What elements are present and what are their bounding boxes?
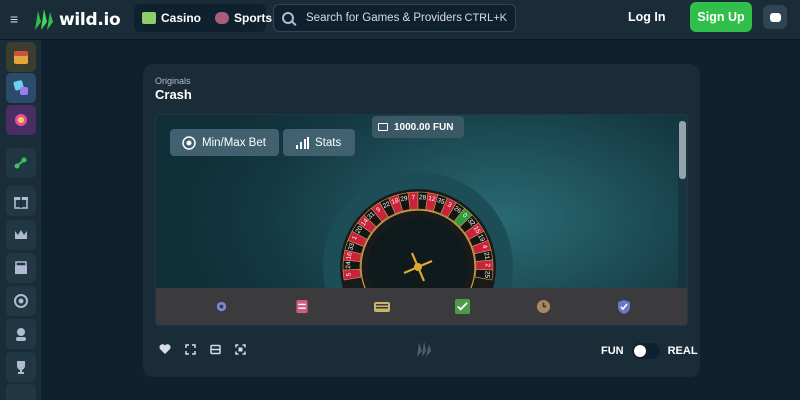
sidebar-toggle-icon[interactable]: ≡ xyxy=(10,11,26,27)
game-frame[interactable]: 5 24 16 33 1 20 14 31 9 22 18 29 7 28 12 35 3 26 0 32 15 19 4 2… xyxy=(155,114,688,326)
game-toolbar xyxy=(156,288,687,325)
sidebar-item-tournaments[interactable] xyxy=(6,352,36,382)
focus-mode-icon[interactable] xyxy=(234,343,246,355)
stats-button[interactable]: Stats xyxy=(283,129,355,156)
sidebar-item-candy[interactable] xyxy=(6,105,36,135)
balance-display: 1000.00 FUN xyxy=(372,116,464,138)
real-label: REAL xyxy=(667,345,698,357)
wallet-icon xyxy=(378,123,388,131)
sidebar-item-vip[interactable] xyxy=(6,220,36,250)
chest-icon xyxy=(15,261,27,274)
search-icon xyxy=(282,12,294,24)
sidebar-item-gift[interactable] xyxy=(6,186,36,216)
casino-tab[interactable]: Casino xyxy=(142,11,201,25)
sidebar-item-chip[interactable] xyxy=(6,286,36,316)
wheel-number: 24 xyxy=(345,261,352,269)
search-bar[interactable]: CTRL+K xyxy=(273,4,516,32)
chat-button[interactable] xyxy=(763,5,787,29)
sidebar-item-treasure[interactable] xyxy=(6,42,36,72)
brand-logo[interactable]: wild.io xyxy=(32,8,121,32)
claw-logo-icon xyxy=(35,9,53,30)
signup-button[interactable]: Sign Up xyxy=(690,2,752,32)
dice-icon xyxy=(13,80,28,95)
min-max-bet-label: Min/Max Bet xyxy=(202,136,266,149)
casino-tab-label: Casino xyxy=(161,11,202,25)
game-card: Originals Crash 5 24 16 33 1 20 14 31 9 22 18 29 7 28… xyxy=(143,64,700,377)
treasure-chest-icon xyxy=(14,51,28,64)
sidebar-item-rewards[interactable] xyxy=(6,253,36,283)
casino-sports-switch: Casino Sports xyxy=(134,4,272,32)
heart-icon[interactable] xyxy=(159,343,171,355)
scrollbar-thumb[interactable] xyxy=(679,121,686,179)
sidebar-item-support[interactable] xyxy=(6,319,36,349)
crown-icon xyxy=(15,230,27,239)
top-navigation-bar: ≡ wild.io Casino Sports CTRL+K Log In Si… xyxy=(0,0,800,40)
turret-hub xyxy=(414,263,422,271)
sidebar xyxy=(0,40,41,400)
wild-claw-watermark-icon xyxy=(417,341,431,357)
sidebar-item-more[interactable] xyxy=(6,384,36,400)
fullscreen-icon[interactable] xyxy=(184,343,196,355)
sports-tab-label: Sports xyxy=(234,11,273,25)
fun-label: FUN xyxy=(601,345,624,357)
history-icon[interactable] xyxy=(535,299,551,315)
sidebar-item-referral[interactable] xyxy=(6,148,36,178)
brand-name: wild.io xyxy=(59,10,121,30)
gift-icon xyxy=(14,197,28,209)
referral-icon xyxy=(14,157,27,169)
game-title: Crash xyxy=(155,87,192,102)
sports-tab[interactable]: Sports xyxy=(215,11,272,25)
casino-icon xyxy=(142,12,156,24)
game-category: Originals xyxy=(155,76,191,86)
settings-icon[interactable] xyxy=(213,299,229,315)
game-scrollbar[interactable] xyxy=(678,115,687,289)
search-shortcut-hint: CTRL+K xyxy=(464,12,508,24)
wheel-number: 28 xyxy=(419,194,427,201)
sidebar-item-dice[interactable] xyxy=(6,73,36,103)
candy-icon xyxy=(15,114,27,126)
wheel-number: 25 xyxy=(483,270,491,278)
keyboard-icon[interactable] xyxy=(374,299,391,315)
search-input[interactable] xyxy=(306,12,465,24)
chip-icon xyxy=(14,294,28,308)
chat-icon xyxy=(769,12,781,22)
chips-icon xyxy=(182,135,196,150)
theater-mode-icon[interactable] xyxy=(209,343,221,355)
fun-real-toggle[interactable] xyxy=(631,343,660,359)
shield-icon[interactable] xyxy=(616,299,632,315)
toggle-knob xyxy=(633,345,646,357)
min-max-bet-button[interactable]: Min/Max Bet xyxy=(170,129,279,156)
game-footer-controls xyxy=(159,343,246,355)
fun-real-toggle-group: FUN REAL xyxy=(601,343,698,359)
login-button[interactable]: Log In xyxy=(628,10,666,24)
checklist-icon[interactable] xyxy=(455,299,471,315)
balance-amount: 1000.00 FUN xyxy=(394,121,454,133)
bar-chart-icon xyxy=(296,136,309,149)
support-icon xyxy=(16,328,26,341)
notes-icon[interactable] xyxy=(294,299,310,315)
football-icon xyxy=(215,12,230,24)
trophy-icon xyxy=(17,361,25,374)
wheel-number: 2 xyxy=(484,263,491,267)
stats-label: Stats xyxy=(315,136,342,149)
